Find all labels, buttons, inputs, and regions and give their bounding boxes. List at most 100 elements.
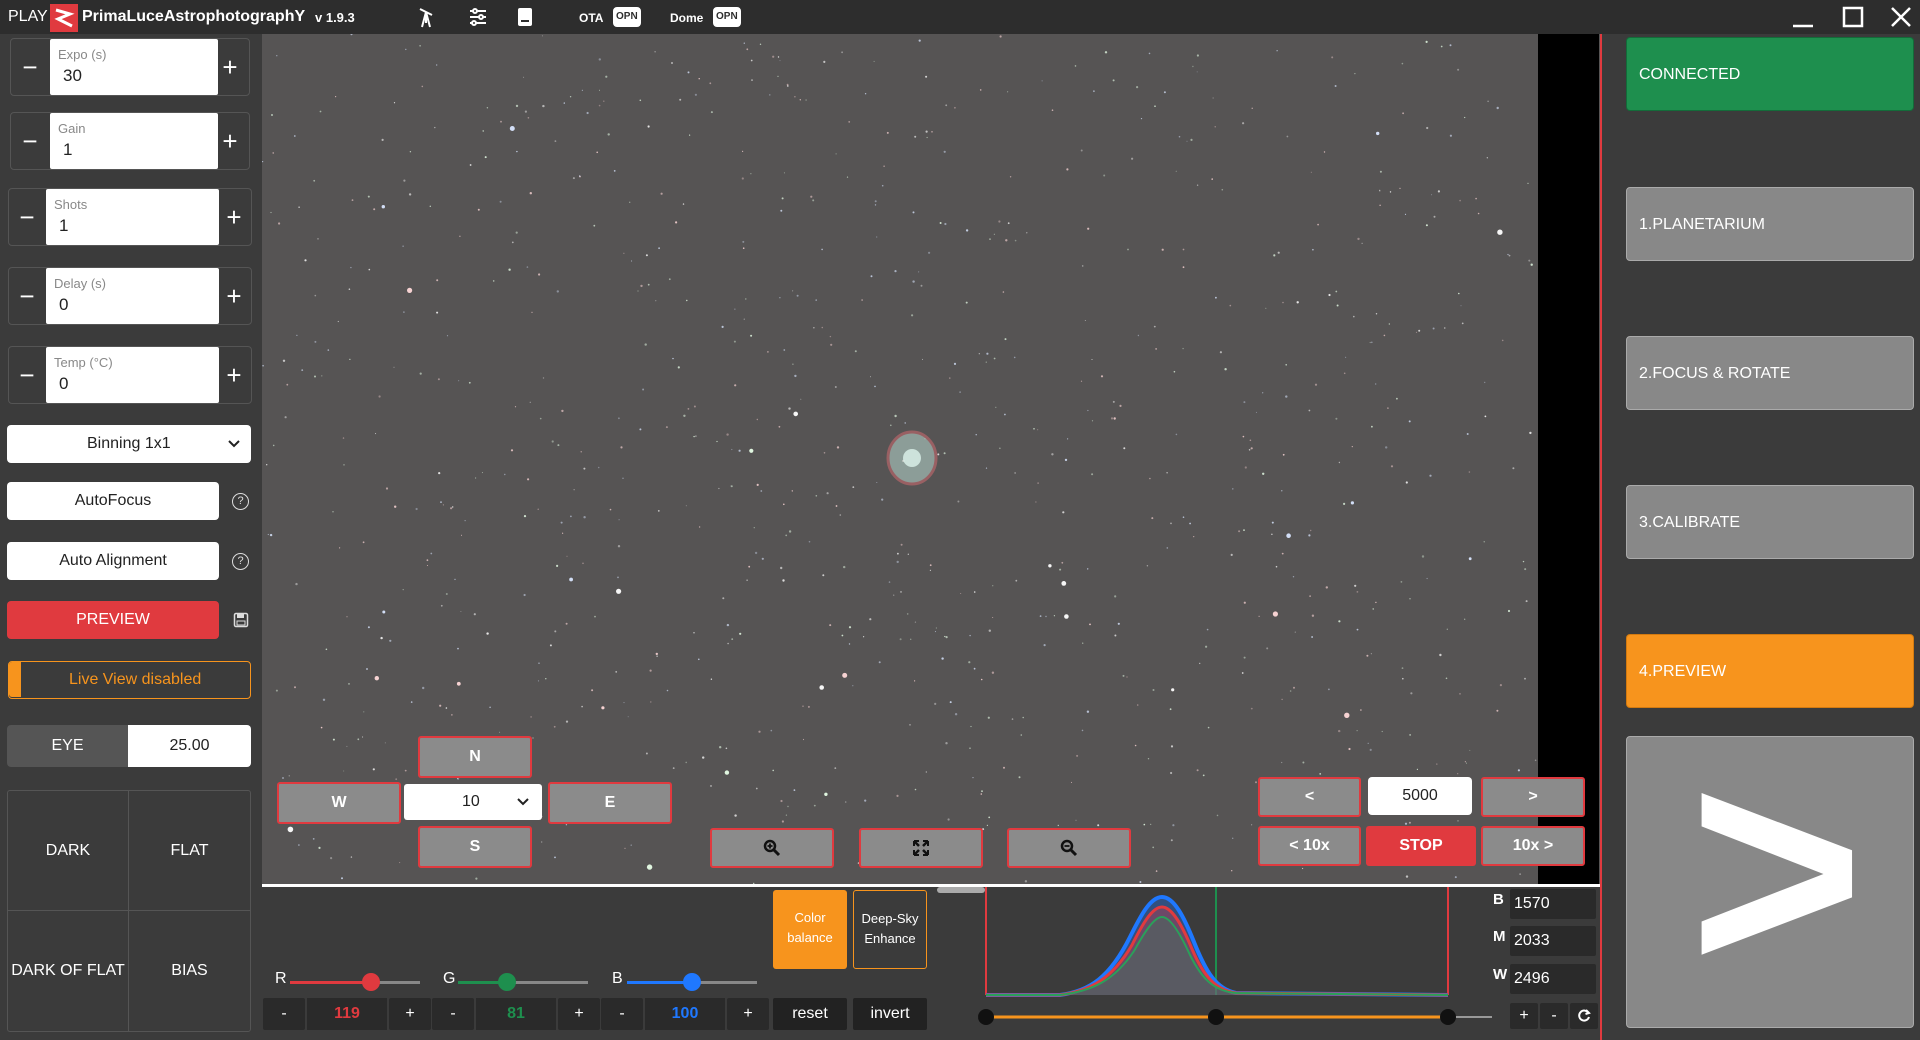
prev-10x-button[interactable]: < 10x [1258, 826, 1361, 866]
gain-input[interactable]: Gain 1 [50, 113, 218, 169]
temperature-decrement-button[interactable]: − [9, 347, 45, 403]
shots-value: 1 [59, 216, 69, 235]
red-slider[interactable] [290, 972, 420, 992]
south-button[interactable]: S [418, 826, 532, 868]
dark-of-flat-button[interactable]: DARK OF FLAT [8, 911, 129, 1031]
blue-slider-knob[interactable] [683, 973, 701, 991]
next-step-arrow: > [1689, 701, 1865, 1037]
green-slider-knob[interactable] [498, 973, 517, 991]
reset-button[interactable]: reset [773, 998, 847, 1030]
connected-status-button[interactable]: CONNECTED [1626, 37, 1914, 111]
position-input[interactable]: 5000 [1368, 777, 1472, 815]
maximize-icon[interactable] [1840, 4, 1866, 30]
gain-stepper: − Gain 1 + [10, 112, 250, 170]
red-decrement-button[interactable]: - [263, 998, 305, 1030]
blue-increment-button[interactable]: + [727, 998, 769, 1030]
live-view-toggle[interactable]: Live View disabled [8, 661, 251, 699]
north-button[interactable]: N [418, 736, 532, 778]
histogram-white-handle[interactable] [1440, 1009, 1456, 1025]
autofocus-help-icon[interactable]: ? [232, 493, 249, 510]
gain-label: Gain [58, 121, 86, 136]
binning-selected-value: Binning 1x1 [87, 435, 171, 452]
green-slider[interactable] [458, 972, 588, 992]
chevron-down-icon [228, 440, 240, 448]
east-button[interactable]: E [548, 782, 672, 824]
green-value[interactable]: 81 [476, 998, 556, 1030]
west-button[interactable]: W [277, 782, 401, 824]
delay-increment-button[interactable]: + [217, 268, 251, 324]
blue-value[interactable]: 100 [645, 998, 725, 1030]
book-icon[interactable] [513, 5, 537, 29]
red-channel-label: R [275, 970, 287, 987]
invert-button[interactable]: invert [853, 998, 927, 1030]
mid-point-label: M [1493, 928, 1506, 945]
autofocus-button[interactable]: AutoFocus [7, 482, 219, 520]
shots-decrement-button[interactable]: − [9, 189, 45, 245]
save-icon[interactable] [233, 612, 249, 628]
histogram-black-handle[interactable] [978, 1009, 994, 1025]
planetarium-step-button[interactable]: 1.PLANETARIUM [1626, 187, 1914, 261]
histogram[interactable] [960, 887, 1500, 1040]
step-select[interactable]: 10 [404, 784, 542, 820]
temperature-increment-button[interactable]: + [217, 347, 251, 403]
app-play-label: PLAY [8, 8, 48, 25]
black-point-value[interactable]: 1570 [1510, 889, 1596, 919]
next-10x-button[interactable]: 10x > [1481, 826, 1585, 866]
bias-button[interactable]: BIAS [129, 911, 250, 1031]
zoom-out-button[interactable] [1007, 828, 1131, 868]
preview-button[interactable]: PREVIEW [7, 601, 219, 639]
delay-label: Delay (s) [54, 276, 107, 291]
shots-input[interactable]: Shots 1 [46, 189, 219, 245]
binning-select[interactable]: Binning 1x1 [7, 425, 251, 463]
telescope-icon[interactable] [416, 5, 440, 29]
title-bar: PLAY PrimaLuceAstrophotographY v 1.9.3 O… [0, 0, 1920, 34]
white-point-value[interactable]: 2496 [1510, 964, 1596, 994]
mid-point-value[interactable]: 2033 [1510, 926, 1596, 956]
exposure-input[interactable]: Expo (s) 30 [50, 39, 218, 95]
auto-alignment-help-icon[interactable]: ? [232, 553, 249, 570]
deep-sky-enhance-button[interactable]: Deep-Sky Enhance [853, 890, 927, 969]
red-slider-knob[interactable] [361, 973, 380, 991]
histogram-refresh-button[interactable] [1570, 1003, 1598, 1029]
red-value[interactable]: 119 [307, 998, 387, 1030]
close-icon[interactable] [1888, 4, 1914, 30]
blue-decrement-button[interactable]: - [601, 998, 643, 1030]
histogram-minus-button[interactable]: - [1540, 1003, 1568, 1029]
next-step-button[interactable]: > [1626, 701, 1914, 1037]
exposure-increment-button[interactable]: + [211, 39, 249, 95]
blue-slider[interactable] [627, 972, 757, 992]
color-balance-button[interactable]: Color balance [773, 890, 847, 969]
ota-badge[interactable]: OPN [613, 7, 641, 27]
histogram-plus-button[interactable]: + [1510, 1003, 1538, 1029]
focus-rotate-step-button[interactable]: 2.FOCUS & ROTATE [1626, 336, 1914, 410]
calibrate-step-button[interactable]: 3.CALIBRATE [1626, 485, 1914, 559]
gain-increment-button[interactable]: + [211, 113, 249, 169]
delay-decrement-button[interactable]: − [9, 268, 45, 324]
histogram-mid-handle[interactable] [1208, 1009, 1224, 1025]
minimize-icon[interactable] [1790, 4, 1816, 30]
fit-screen-button[interactable] [859, 828, 983, 868]
preview-step-button[interactable]: 4.PREVIEW [1626, 634, 1914, 708]
dark-button[interactable]: DARK [8, 791, 129, 911]
refresh-icon [1578, 1009, 1591, 1022]
exposure-label: Expo (s) [58, 47, 107, 62]
next-button[interactable]: > [1481, 777, 1585, 817]
gain-decrement-button[interactable]: − [11, 113, 49, 169]
temperature-stepper: − Temp (°C) 0 + [8, 346, 252, 404]
exposure-decrement-button[interactable]: − [11, 39, 49, 95]
temperature-input[interactable]: Temp (°C) 0 [46, 347, 219, 403]
red-increment-button[interactable]: + [389, 998, 431, 1030]
red-slider-fill [290, 981, 371, 984]
dome-badge[interactable]: OPN [713, 7, 741, 27]
eye-value-input[interactable]: 25.00 [128, 725, 251, 767]
flat-button[interactable]: FLAT [129, 791, 250, 911]
prev-button[interactable]: < [1258, 777, 1361, 817]
shots-increment-button[interactable]: + [217, 189, 251, 245]
auto-alignment-button[interactable]: Auto Alignment [7, 542, 219, 580]
sliders-icon[interactable] [466, 5, 490, 29]
zoom-in-button[interactable] [710, 828, 834, 868]
delay-input[interactable]: Delay (s) 0 [46, 268, 219, 324]
stop-button[interactable]: STOP [1366, 826, 1476, 866]
green-increment-button[interactable]: + [558, 998, 600, 1030]
green-decrement-button[interactable]: - [432, 998, 474, 1030]
